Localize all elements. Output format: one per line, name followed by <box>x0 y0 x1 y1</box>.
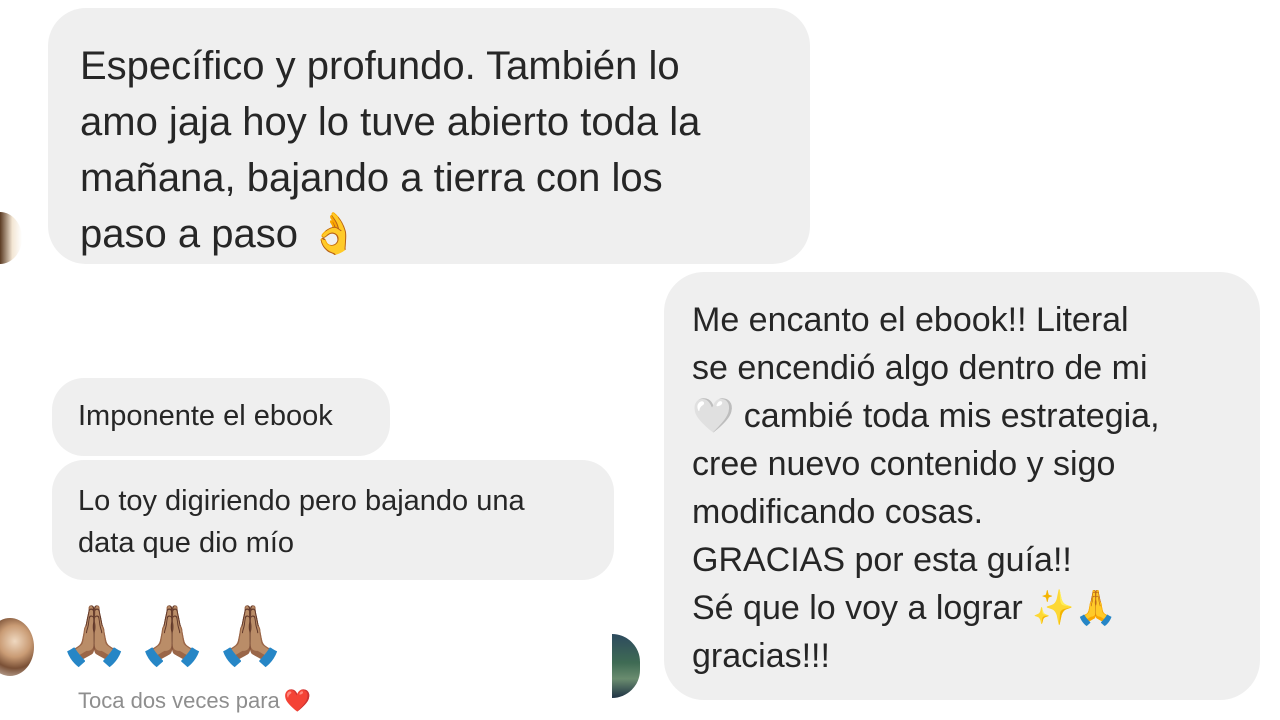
double-tap-hint: Toca dos veces para ❤️ <box>78 686 311 717</box>
avatar[interactable] <box>0 212 22 264</box>
message-bubble[interactable]: Me encanto el ebook!! Literal se encendi… <box>664 272 1260 700</box>
heart-icon[interactable]: ❤️ <box>284 689 311 714</box>
double-tap-hint-text: Toca dos veces para <box>78 688 280 713</box>
message-bubble[interactable]: Imponente el ebook <box>52 378 390 456</box>
message-bubble[interactable]: Lo toy digiriendo pero bajando una data … <box>52 460 614 580</box>
message-bubble[interactable]: Específico y profundo. También lo amo ja… <box>48 8 810 264</box>
avatar[interactable] <box>612 634 640 698</box>
praying-hands-message[interactable]: 🙏🏽🙏🏽🙏🏽 <box>58 600 293 670</box>
avatar[interactable] <box>0 618 34 676</box>
